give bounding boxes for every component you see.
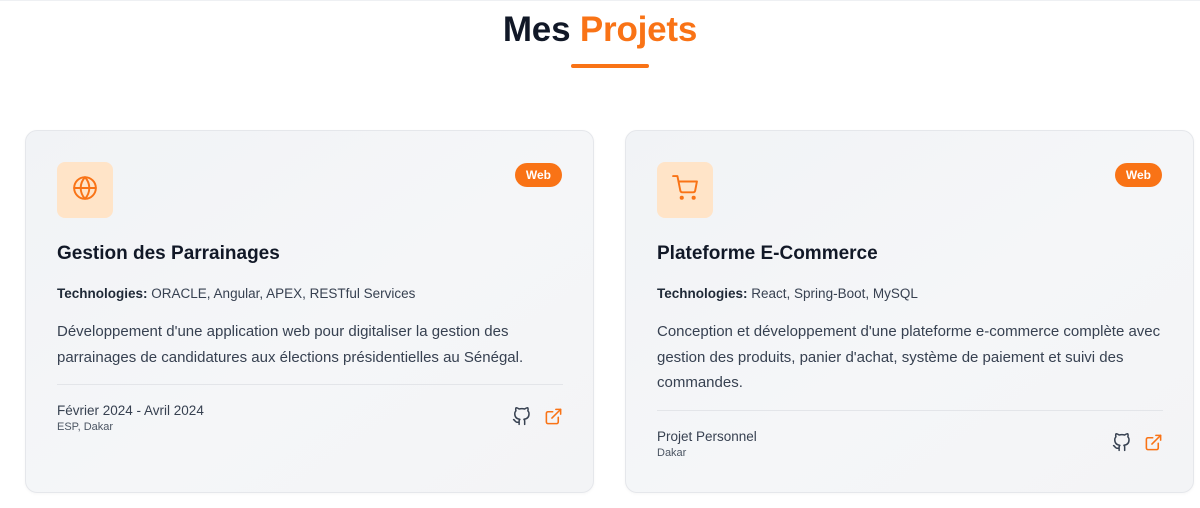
category-badge: Web: [1114, 163, 1162, 187]
project-meta: Projet Personnel Dakar: [657, 429, 757, 459]
category-badge: Web: [514, 163, 562, 187]
section-title-accent: Projets: [579, 10, 698, 49]
project-place: Dakar: [657, 447, 687, 459]
globe-icon: [72, 175, 98, 206]
project-meta: Février 2024 - Avril 2024 ESP, Dakar: [57, 403, 204, 433]
project-date: Projet Personnel: [657, 429, 757, 444]
top-border: [0, 0, 1200, 4]
project-description: Conception et développement d'une platef…: [657, 323, 1161, 391]
external-link[interactable]: [1144, 433, 1163, 457]
external-link-icon: [544, 407, 563, 431]
project-card-ecommerce: Web Plateforme E-Commerce Technologies: …: [625, 130, 1194, 493]
project-description: Développement d'une application web pour…: [57, 323, 524, 366]
project-technologies: Technologies: React, Spring-Boot, MySQL: [657, 286, 1167, 301]
project-icon-box: [657, 162, 713, 218]
github-icon: [512, 406, 531, 431]
technologies-value: ORACLE, Angular, APEX, RESTful Services: [151, 286, 416, 301]
section-title: Mes Projets: [0, 10, 1200, 50]
project-links: [512, 406, 563, 431]
project-icon-box: [57, 162, 113, 218]
title-underline: [571, 64, 649, 68]
section-title-prefix: Mes: [502, 10, 571, 49]
project-card-parrainages: Web Gestion des Parrainages Technologies…: [25, 130, 594, 493]
project-title: Gestion des Parrainages: [57, 243, 280, 264]
external-link[interactable]: [544, 407, 563, 431]
github-icon: [1112, 432, 1131, 457]
shopping-cart-icon: [672, 174, 698, 206]
project-place: ESP, Dakar: [57, 421, 114, 433]
project-date: Février 2024 - Avril 2024: [57, 403, 204, 418]
project-technologies: Technologies: ORACLE, Angular, APEX, RES…: [57, 286, 567, 301]
project-title: Plateforme E-Commerce: [657, 243, 878, 264]
technologies-label: Technologies:: [657, 286, 748, 301]
github-link[interactable]: [1112, 432, 1131, 457]
technologies-label: Technologies:: [57, 286, 148, 301]
project-links: [1112, 432, 1163, 457]
external-link-icon: [1144, 433, 1163, 457]
card-divider: [57, 384, 563, 385]
card-divider: [657, 410, 1163, 411]
technologies-value: React, Spring-Boot, MySQL: [751, 286, 918, 301]
github-link[interactable]: [512, 406, 531, 431]
